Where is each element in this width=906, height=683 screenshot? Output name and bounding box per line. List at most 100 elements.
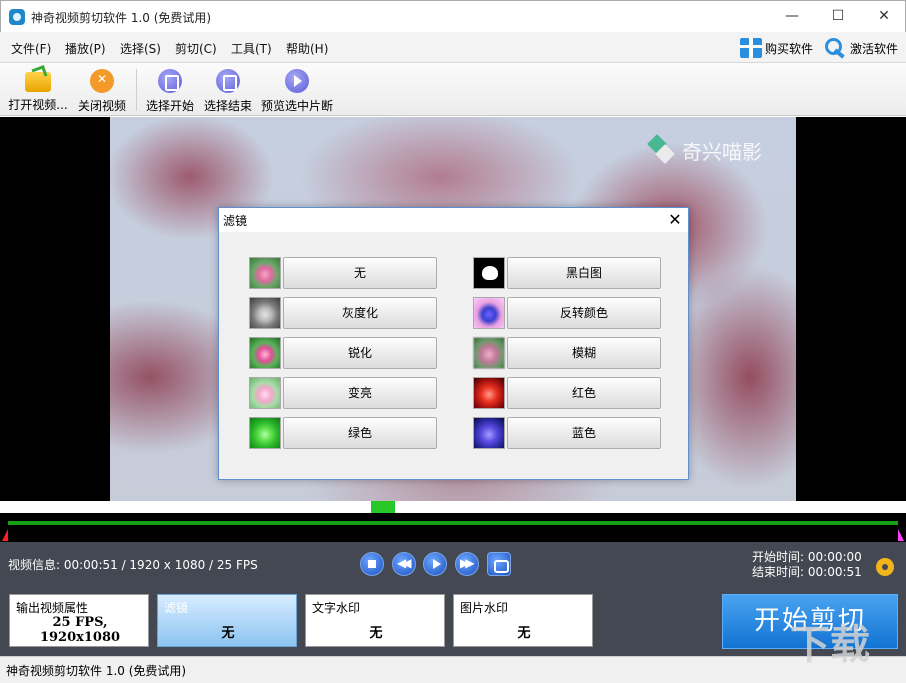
timeline xyxy=(0,501,906,542)
start-time-value: 00:00:00 xyxy=(807,550,862,564)
filter-option-sharpen[interactable]: 锐化 xyxy=(249,337,437,369)
filter-thumbnail xyxy=(249,337,281,369)
selection-end-marker[interactable] xyxy=(898,529,904,541)
gift-icon xyxy=(740,38,762,58)
filter-thumbnail xyxy=(473,337,505,369)
filter-button[interactable]: 模糊 xyxy=(507,337,661,369)
watermark-text: 奇兴喵影 xyxy=(682,139,762,164)
filter-button[interactable]: 黑白图 xyxy=(507,257,661,289)
fast-forward-icon: ▶▶ xyxy=(460,556,475,570)
key-icon xyxy=(825,38,847,58)
status-text: 神奇视频剪切软件 1.0 (免费试用) xyxy=(6,664,187,678)
select-end-button[interactable]: 选择结束 xyxy=(200,67,256,113)
filter-dialog-close-button[interactable]: ✕ xyxy=(665,210,685,229)
select-start-label: 选择开始 xyxy=(145,99,194,113)
filter-option-none[interactable]: 无 xyxy=(249,257,437,289)
filter-thumbnail xyxy=(473,417,505,449)
menu-play[interactable]: 播放(P) xyxy=(65,40,106,57)
buy-software-label: 购买软件 xyxy=(765,41,814,56)
select-start-button[interactable]: 选择开始 xyxy=(142,67,198,113)
text-watermark-label: 文字水印 xyxy=(312,601,361,615)
text-watermark-card[interactable]: 文字水印 无 xyxy=(305,594,445,647)
filter-option-red[interactable]: 红色 xyxy=(473,377,661,409)
bracket-right-icon xyxy=(216,69,240,93)
open-video-button[interactable]: 打开视频... xyxy=(6,67,70,113)
filter-option-blur[interactable]: 模糊 xyxy=(473,337,661,369)
selection-track[interactable] xyxy=(8,521,898,525)
filter-thumbnail xyxy=(249,377,281,409)
filter-option-invert[interactable]: 反转颜色 xyxy=(473,297,661,329)
play-segment-icon xyxy=(285,69,309,93)
maximize-button[interactable]: ☐ xyxy=(815,1,861,32)
bracket-left-icon xyxy=(158,69,182,93)
close-video-button[interactable]: 关闭视频 xyxy=(74,67,130,113)
output-properties-label: 输出视频属性 xyxy=(16,601,89,615)
rewind-button[interactable]: ◀◀ xyxy=(392,552,416,576)
filter-thumbnail xyxy=(473,257,505,289)
filter-button[interactable]: 蓝色 xyxy=(507,417,661,449)
filter-button[interactable]: 反转颜色 xyxy=(507,297,661,329)
site-watermark-logo: 下载吧 xyxy=(790,622,870,668)
output-properties-card[interactable]: 输出视频属性 25 FPS, 1920x1080 xyxy=(9,594,149,647)
filter-button[interactable]: 变亮 xyxy=(283,377,437,409)
image-watermark-value: 无 xyxy=(517,626,531,641)
end-time-value: 00:00:51 xyxy=(807,565,862,579)
filter-option-blue[interactable]: 蓝色 xyxy=(473,417,661,449)
toolbar: 打开视频... 关闭视频 选择开始 选择结束 预览选中片断 xyxy=(0,63,906,116)
filter-button[interactable]: 锐化 xyxy=(283,337,437,369)
menu-help[interactable]: 帮助(H) xyxy=(286,40,328,57)
close-video-label: 关闭视频 xyxy=(77,99,126,113)
select-end-label: 选择结束 xyxy=(203,99,252,113)
open-video-label: 打开视频... xyxy=(8,98,68,112)
filter-button[interactable]: 绿色 xyxy=(283,417,437,449)
menu-cut[interactable]: 剪切(C) xyxy=(175,40,217,57)
filter-thumbnail xyxy=(249,257,281,289)
watermark-logo-icon xyxy=(646,135,676,165)
title-bar: 神奇视频剪切软件 1.0 (免费试用) — ☐ ✕ xyxy=(0,0,906,32)
close-circle-icon xyxy=(90,69,114,93)
filter-card-value: 无 xyxy=(221,626,235,641)
filter-option-grayscale[interactable]: 灰度化 xyxy=(249,297,437,329)
menu-select[interactable]: 选择(S) xyxy=(120,40,161,57)
menu-file[interactable]: 文件(F) xyxy=(11,40,51,57)
close-window-button[interactable]: ✕ xyxy=(861,1,906,32)
filter-card[interactable]: 滤镜 无 xyxy=(157,594,297,647)
preview-segment-label: 预览选中片断 xyxy=(260,99,333,113)
image-watermark-label: 图片水印 xyxy=(460,601,509,615)
output-resolution-value: 1920x1080 xyxy=(39,630,121,645)
app-icon xyxy=(9,9,25,25)
filter-option-brighten[interactable]: 变亮 xyxy=(249,377,437,409)
filter-dialog: 滤镜 ✕ 无 灰度化 锐化 变亮 绿色 黑白图 反转颜色 模糊 红色 蓝色 xyxy=(218,207,689,480)
buy-software-button[interactable]: 购买软件 xyxy=(740,36,813,60)
timeline-playhead[interactable] xyxy=(371,501,395,513)
filter-dialog-title: 滤镜 xyxy=(223,214,248,228)
toolbar-separator xyxy=(136,69,137,111)
selection-start-marker[interactable] xyxy=(2,529,8,541)
timeline-scrub-strip[interactable] xyxy=(0,501,906,513)
filter-thumbnail xyxy=(473,297,505,329)
fast-forward-button[interactable]: ▶▶ xyxy=(455,552,479,576)
gear-icon[interactable] xyxy=(876,558,894,576)
menu-tools[interactable]: 工具(T) xyxy=(231,40,272,57)
filter-button[interactable]: 灰度化 xyxy=(283,297,437,329)
image-watermark-card[interactable]: 图片水印 无 xyxy=(453,594,593,647)
filter-button[interactable]: 红色 xyxy=(507,377,661,409)
preview-segment-button[interactable]: 预览选中片断 xyxy=(259,67,335,113)
text-watermark-value: 无 xyxy=(369,626,383,641)
filter-button[interactable]: 无 xyxy=(283,257,437,289)
play-button[interactable] xyxy=(423,552,447,576)
output-fps-value: 25 FPS, xyxy=(52,615,108,630)
status-bar: 神奇视频剪切软件 1.0 (免费试用) xyxy=(0,656,906,683)
video-watermark: 奇兴喵影 xyxy=(646,135,762,165)
filter-option-black-white[interactable]: 黑白图 xyxy=(473,257,661,289)
start-time-label: 开始时间: xyxy=(752,550,805,564)
window-title: 神奇视频剪切软件 1.0 (免费试用) xyxy=(31,11,212,25)
filter-option-green[interactable]: 绿色 xyxy=(249,417,437,449)
snapshot-button[interactable] xyxy=(487,552,511,576)
stop-button[interactable] xyxy=(360,552,384,576)
end-time-label: 结束时间: xyxy=(752,565,805,579)
activate-software-button[interactable]: 激活软件 xyxy=(825,36,898,60)
filter-dialog-header: 滤镜 ✕ xyxy=(219,208,688,232)
minimize-button[interactable]: — xyxy=(769,1,815,32)
video-info: 视频信息: 00:00:51 / 1920 x 1080 / 25 FPS xyxy=(8,558,258,572)
